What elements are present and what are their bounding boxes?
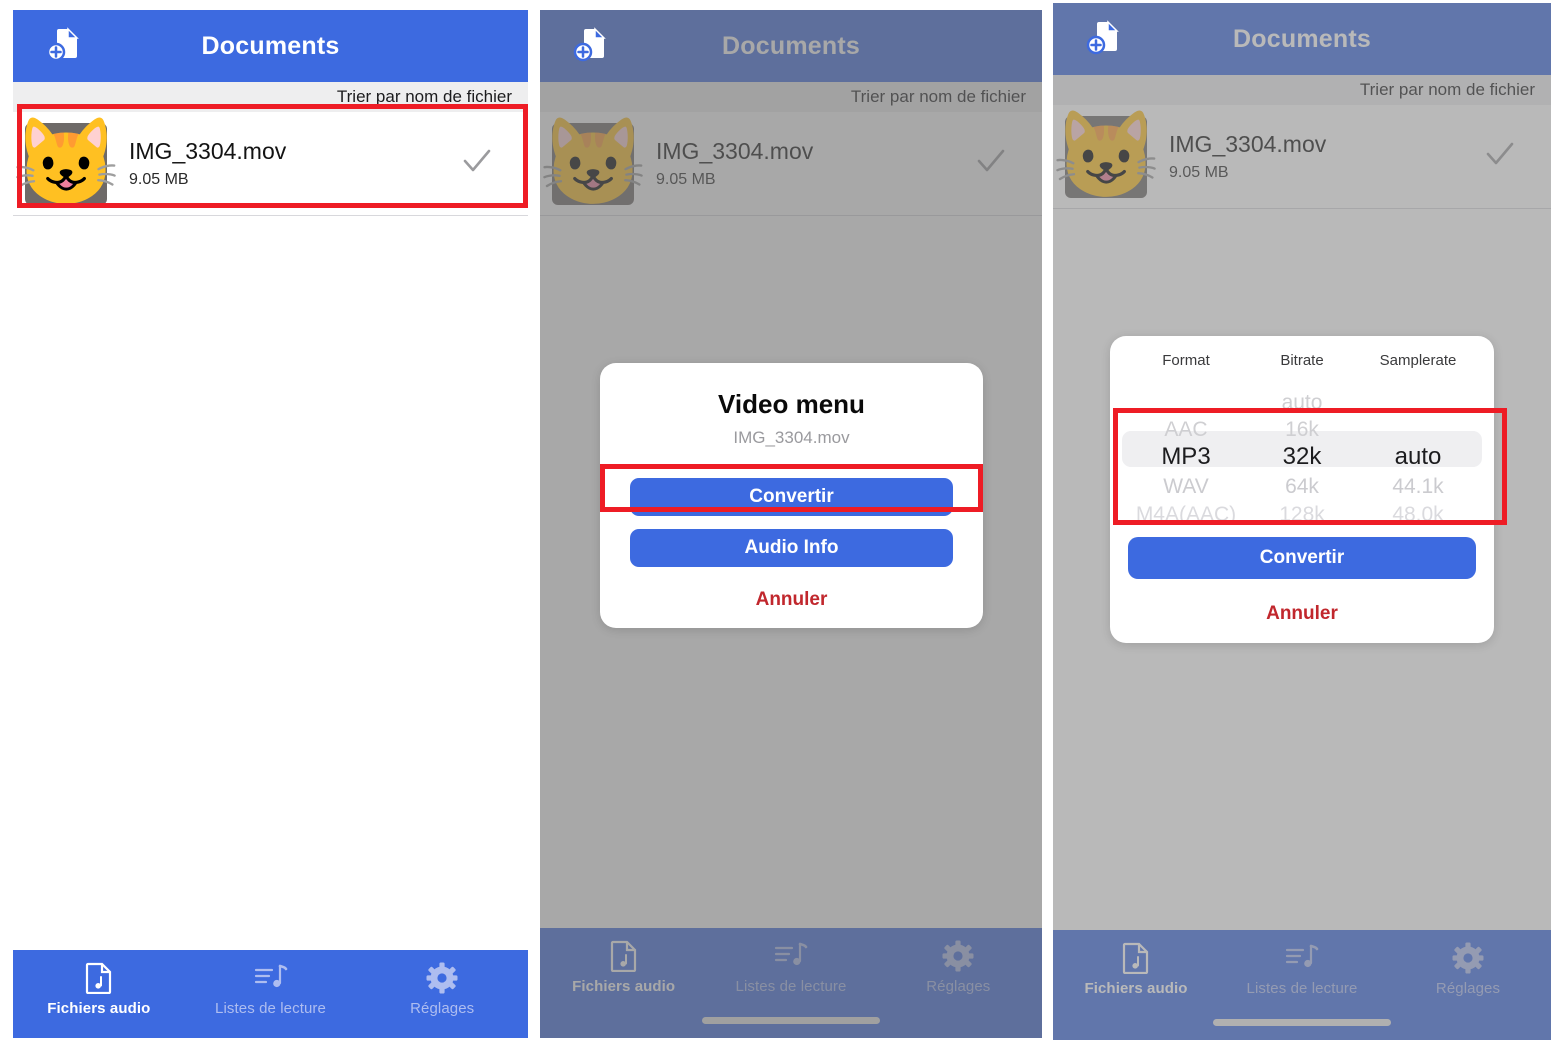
- gear-icon: [942, 940, 974, 972]
- add-document-icon[interactable]: [570, 25, 612, 67]
- tab-label: Réglages: [926, 978, 991, 995]
- file-list-row[interactable]: 😺 IMG_3304.mov 9.05 MB: [13, 112, 528, 216]
- sort-label[interactable]: Trier par nom de fichier: [1360, 80, 1551, 100]
- nav-bar-2: Documents: [540, 10, 1042, 82]
- cancel-button[interactable]: Annuler: [630, 589, 953, 611]
- cat-face-emoji: 😺: [540, 113, 647, 210]
- sort-label[interactable]: Trier par nom de fichier: [851, 87, 1042, 107]
- page-title: Documents: [722, 31, 860, 60]
- picker-item-selected[interactable]: MP3: [1128, 439, 1244, 475]
- tab-fichiers-audio[interactable]: Fichiers audio: [540, 928, 707, 995]
- cancel-button[interactable]: Annuler: [1128, 603, 1476, 625]
- picker-item[interactable]: WAV: [1128, 471, 1244, 502]
- picker-header-format: Format: [1162, 352, 1210, 369]
- dialog-subtitle: IMG_3304.mov: [733, 428, 850, 447]
- dialog-title: Video menu: [718, 389, 865, 419]
- tab-bar-3: Fichiers audio Listes de lecture Réglage…: [1053, 930, 1551, 1040]
- playlist-icon: [1285, 942, 1319, 974]
- file-thumbnail: 😺: [13, 119, 120, 205]
- home-indicator: [702, 1017, 880, 1024]
- sort-label[interactable]: Trier par nom de fichier: [337, 87, 528, 107]
- nav-bar-3: Documents: [1053, 3, 1551, 75]
- file-meta: IMG_3304.mov 9.05 MB: [129, 138, 460, 188]
- file-meta: IMG_3304.mov 9.05 MB: [1169, 131, 1483, 181]
- tab-listes-de-lecture[interactable]: Listes de lecture: [1219, 930, 1385, 997]
- checkmark-icon[interactable]: [1483, 137, 1517, 176]
- file-size: 9.05 MB: [129, 170, 189, 188]
- file-list-row[interactable]: 😺 IMG_3304.mov 9.05 MB: [1053, 105, 1551, 209]
- picker-item[interactable]: 44.1k: [1360, 471, 1476, 502]
- phone-panel-1: Documents Trier par nom de fichier 😺 IMG…: [13, 10, 528, 1038]
- picker-headers: Format Bitrate Samplerate: [1110, 352, 1494, 369]
- file-list-row[interactable]: 😺 IMG_3304.mov 9.05 MB: [540, 112, 1042, 216]
- home-indicator: [1213, 1019, 1391, 1026]
- tab-listes-de-lecture[interactable]: Listes de lecture: [707, 928, 874, 995]
- audio-info-button[interactable]: Audio Info: [630, 529, 953, 567]
- file-size: 9.05 MB: [1169, 163, 1229, 181]
- tab-reglages[interactable]: Réglages: [356, 950, 528, 1017]
- picker-item-selected[interactable]: auto: [1360, 439, 1476, 475]
- page-title: Documents: [1233, 24, 1371, 53]
- phone-panel-2: Documents Trier par nom de fichier 😺 IMG…: [540, 10, 1042, 1038]
- audio-file-icon: [1122, 942, 1150, 974]
- tab-label: Réglages: [1435, 980, 1501, 997]
- audio-file-icon: [610, 940, 638, 972]
- picker-item-selected[interactable]: 32k: [1244, 439, 1360, 475]
- convert-button[interactable]: Convertir: [1128, 537, 1476, 579]
- add-document-icon[interactable]: [1083, 18, 1125, 60]
- file-meta: IMG_3304.mov 9.05 MB: [656, 138, 974, 188]
- tab-bar-2: Fichiers audio Listes de lecture Réglage…: [540, 928, 1042, 1038]
- cat-face-emoji: 😺: [13, 113, 120, 210]
- picker-column-samplerate[interactable]: auto 44.1k 48.0k 32.0k: [1360, 371, 1476, 521]
- tab-label: Réglages: [410, 1000, 475, 1017]
- checkmark-icon[interactable]: [974, 144, 1008, 183]
- picker-item[interactable]: 48.0k: [1360, 499, 1476, 521]
- playlist-icon: [774, 940, 808, 972]
- file-name: IMG_3304.mov: [1169, 131, 1327, 158]
- file-name: IMG_3304.mov: [656, 138, 814, 165]
- sort-bar-3[interactable]: Trier par nom de fichier: [1053, 75, 1551, 105]
- tab-label: Listes de lecture: [735, 978, 847, 995]
- picker-column-bitrate[interactable]: auto 16k 32k 64k 128k 160k: [1244, 371, 1360, 521]
- file-name: IMG_3304.mov: [129, 138, 287, 165]
- picker-wheels[interactable]: AAC MP3 WAV M4A(AAC) M4A(ALAC) auto 16k …: [1110, 371, 1494, 521]
- tab-label: Listes de lecture: [1246, 980, 1358, 997]
- tab-listes-de-lecture[interactable]: Listes de lecture: [185, 950, 357, 1017]
- file-thumbnail: 😺: [1053, 112, 1160, 198]
- gear-icon: [426, 962, 458, 994]
- checkmark-icon[interactable]: [460, 144, 494, 183]
- tab-label: Fichiers audio: [47, 1000, 151, 1017]
- file-list-empty-area: [13, 217, 528, 1038]
- phone-panel-3: Documents Trier par nom de fichier 😺 IMG…: [1053, 3, 1551, 1040]
- picker-header-samplerate: Samplerate: [1379, 352, 1457, 369]
- convert-button[interactable]: Convertir: [630, 478, 953, 516]
- tab-label: Fichiers audio: [572, 978, 676, 995]
- file-thumbnail: 😺: [540, 119, 647, 205]
- picker-item[interactable]: M4A(AAC): [1128, 499, 1244, 521]
- picker-header-bitrate: Bitrate: [1280, 352, 1324, 369]
- tab-fichiers-audio[interactable]: Fichiers audio: [1053, 930, 1219, 997]
- tab-label: Listes de lecture: [215, 1000, 326, 1017]
- tab-reglages[interactable]: Réglages: [1385, 930, 1551, 997]
- gear-icon: [1452, 942, 1484, 974]
- nav-bar-1: Documents: [13, 10, 528, 82]
- playlist-icon: [254, 962, 288, 994]
- page-title: Documents: [201, 31, 340, 60]
- add-document-icon[interactable]: [43, 25, 85, 67]
- screenshot-canvas: Documents Trier par nom de fichier 😺 IMG…: [0, 0, 1564, 1043]
- tab-bar-1: Fichiers audio Listes de lecture Réglage…: [13, 950, 528, 1038]
- file-size: 9.05 MB: [656, 170, 716, 188]
- converter-dialog: Format Bitrate Samplerate AAC MP3 WAV M4…: [1110, 336, 1494, 643]
- video-menu-dialog: Video menu IMG_3304.mov Convertir Audio …: [600, 363, 983, 628]
- picker-column-format[interactable]: AAC MP3 WAV M4A(AAC) M4A(ALAC): [1128, 371, 1244, 521]
- cat-face-emoji: 😺: [1053, 106, 1160, 203]
- picker-item[interactable]: 64k: [1244, 471, 1360, 502]
- tab-label: Fichiers audio: [1084, 980, 1188, 997]
- sort-bar-2[interactable]: Trier par nom de fichier: [540, 82, 1042, 112]
- tab-fichiers-audio[interactable]: Fichiers audio: [13, 950, 185, 1017]
- picker-item[interactable]: 128k: [1244, 499, 1360, 521]
- tab-reglages[interactable]: Réglages: [875, 928, 1042, 995]
- sort-bar-1[interactable]: Trier par nom de fichier: [13, 82, 528, 112]
- audio-file-icon: [85, 962, 113, 994]
